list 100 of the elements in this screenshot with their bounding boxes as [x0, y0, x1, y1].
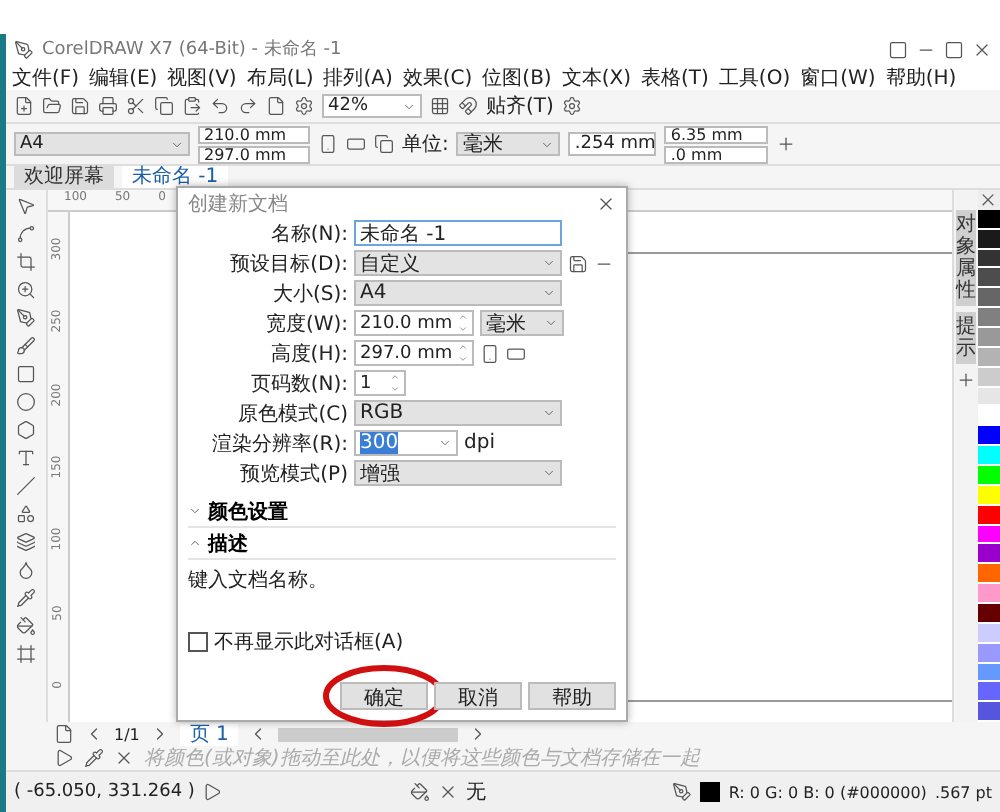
open-icon[interactable] [42, 96, 62, 116]
color-swatch[interactable] [978, 229, 1000, 250]
menu-item[interactable]: 窗口(W) [800, 63, 876, 91]
landscape-icon[interactable] [506, 343, 526, 363]
paste-icon[interactable] [182, 96, 202, 116]
close-icon[interactable] [972, 39, 992, 59]
checkbox[interactable] [188, 631, 208, 651]
document-tab[interactable]: 未命名 -1 [122, 166, 229, 188]
close-icon[interactable] [596, 193, 616, 213]
duplicate-x-field[interactable]: 6.35 mm [664, 125, 769, 143]
page-size-dropdown[interactable]: A4 [14, 132, 190, 156]
grid-icon[interactable] [430, 96, 450, 116]
color-swatch[interactable] [978, 643, 1000, 664]
unit-dropdown[interactable]: 毫米 [456, 132, 561, 156]
dropdown[interactable]: 增强 [354, 460, 562, 486]
add-icon[interactable] [776, 134, 797, 154]
dropdown[interactable]: 自定义 [354, 250, 562, 276]
menu-item[interactable]: 文件(F) [12, 63, 80, 91]
color-swatch[interactable] [978, 584, 1000, 605]
all-pages-icon[interactable] [374, 134, 394, 154]
landscape-icon[interactable] [346, 134, 366, 154]
scrollbar[interactable] [278, 727, 459, 741]
print-icon[interactable] [98, 96, 118, 116]
menu-item[interactable]: 位图(B) [482, 63, 552, 91]
portrait-icon[interactable] [318, 134, 338, 154]
zoom-dropdown[interactable]: 42% [322, 94, 422, 118]
docker-tab[interactable]: 对象属性 [956, 210, 976, 306]
no-color-icon[interactable] [114, 748, 134, 768]
color-swatch[interactable] [978, 387, 1000, 407]
color-swatch[interactable] [978, 466, 1000, 486]
color-swatch[interactable] [978, 268, 1000, 289]
page-tab[interactable]: 页 1 [179, 723, 239, 745]
play-icon[interactable] [202, 782, 223, 802]
color-swatch[interactable] [978, 288, 1000, 309]
color-swatch[interactable] [978, 544, 1000, 565]
color-swatch[interactable] [978, 604, 1000, 624]
duplicate-y-field[interactable]: .0 mm [664, 145, 769, 163]
menu-item[interactable]: 效果(C) [402, 63, 473, 91]
dialog-button[interactable]: 确定 [340, 682, 428, 710]
transparency-icon[interactable] [16, 560, 36, 580]
curve-icon[interactable] [16, 224, 36, 244]
name-field[interactable]: 未命名 -1 [354, 220, 562, 246]
portrait-icon[interactable] [480, 343, 500, 363]
save-icon[interactable] [70, 96, 90, 116]
spin-field[interactable]: 297.0 mm [354, 340, 474, 366]
brush-icon[interactable] [16, 336, 36, 356]
redo-icon[interactable] [238, 96, 258, 116]
color-swatch[interactable] [978, 663, 1000, 683]
document-tab[interactable]: 欢迎屏幕 [14, 166, 114, 188]
menu-item[interactable]: 视图(V) [167, 63, 237, 91]
options-icon[interactable] [561, 96, 582, 116]
undo-icon[interactable] [210, 96, 230, 116]
color-swatch[interactable] [978, 328, 1000, 348]
dialog-button[interactable]: 帮助 [528, 682, 616, 710]
menu-item[interactable]: 编辑(E) [89, 63, 158, 91]
unit-dropdown[interactable]: 毫米 [480, 310, 564, 336]
rectangle-icon[interactable] [16, 364, 36, 384]
color-swatch[interactable] [978, 525, 1000, 545]
snap-menu[interactable]: 贴齐(T) [486, 92, 554, 120]
eyedropper-icon[interactable] [84, 748, 104, 768]
maximize-icon[interactable] [944, 39, 964, 59]
page-icon[interactable] [54, 724, 74, 744]
eyedropper-icon[interactable] [16, 588, 36, 608]
color-swatch[interactable] [978, 446, 1000, 467]
add-docker-icon[interactable] [956, 370, 976, 390]
color-swatch[interactable] [978, 406, 1000, 427]
color-swatch[interactable] [978, 308, 1000, 328]
docker-tab[interactable]: 提示 [956, 312, 976, 364]
copy-icon[interactable] [154, 96, 174, 116]
color-swatch[interactable] [978, 702, 1000, 723]
guides-icon[interactable] [458, 96, 478, 116]
section-header[interactable]: 颜色设置 [188, 496, 616, 528]
ellipse-icon[interactable] [16, 392, 36, 412]
dialog-button[interactable]: 取消 [434, 682, 522, 710]
color-swatch[interactable] [978, 564, 1000, 585]
dropdown[interactable]: RGB [354, 400, 562, 426]
pen-icon[interactable] [16, 308, 36, 328]
height-field[interactable]: 297.0 mm [198, 145, 310, 163]
cut-icon[interactable] [126, 96, 146, 116]
polygon-icon[interactable] [16, 420, 36, 440]
shapes-icon[interactable] [16, 504, 36, 524]
text-tool-icon[interactable] [16, 448, 36, 468]
width-field[interactable]: 210.0 mm [198, 125, 310, 143]
fill-icon[interactable] [16, 616, 36, 636]
color-swatch[interactable] [978, 209, 1000, 230]
zoom-icon[interactable] [16, 280, 36, 300]
spin-field[interactable]: 210.0 mm [354, 310, 474, 336]
section-header[interactable]: 描述 [188, 528, 616, 560]
menu-item[interactable]: 工具(O) [718, 63, 791, 91]
resolution-field[interactable]: 300 [354, 430, 458, 456]
color-swatch[interactable] [978, 347, 1000, 368]
menu-item[interactable]: 排列(A) [323, 63, 393, 91]
nudge-field[interactable]: .254 mm [568, 132, 657, 156]
menu-item[interactable]: 文本(X) [561, 63, 631, 91]
new-icon[interactable] [14, 96, 34, 116]
no-color-icon[interactable] [978, 190, 998, 210]
dropdown[interactable]: A4 [354, 280, 562, 306]
menu-item[interactable]: 帮助(H) [885, 63, 957, 91]
color-swatch[interactable] [978, 682, 1000, 703]
color-swatch[interactable] [978, 485, 1000, 506]
